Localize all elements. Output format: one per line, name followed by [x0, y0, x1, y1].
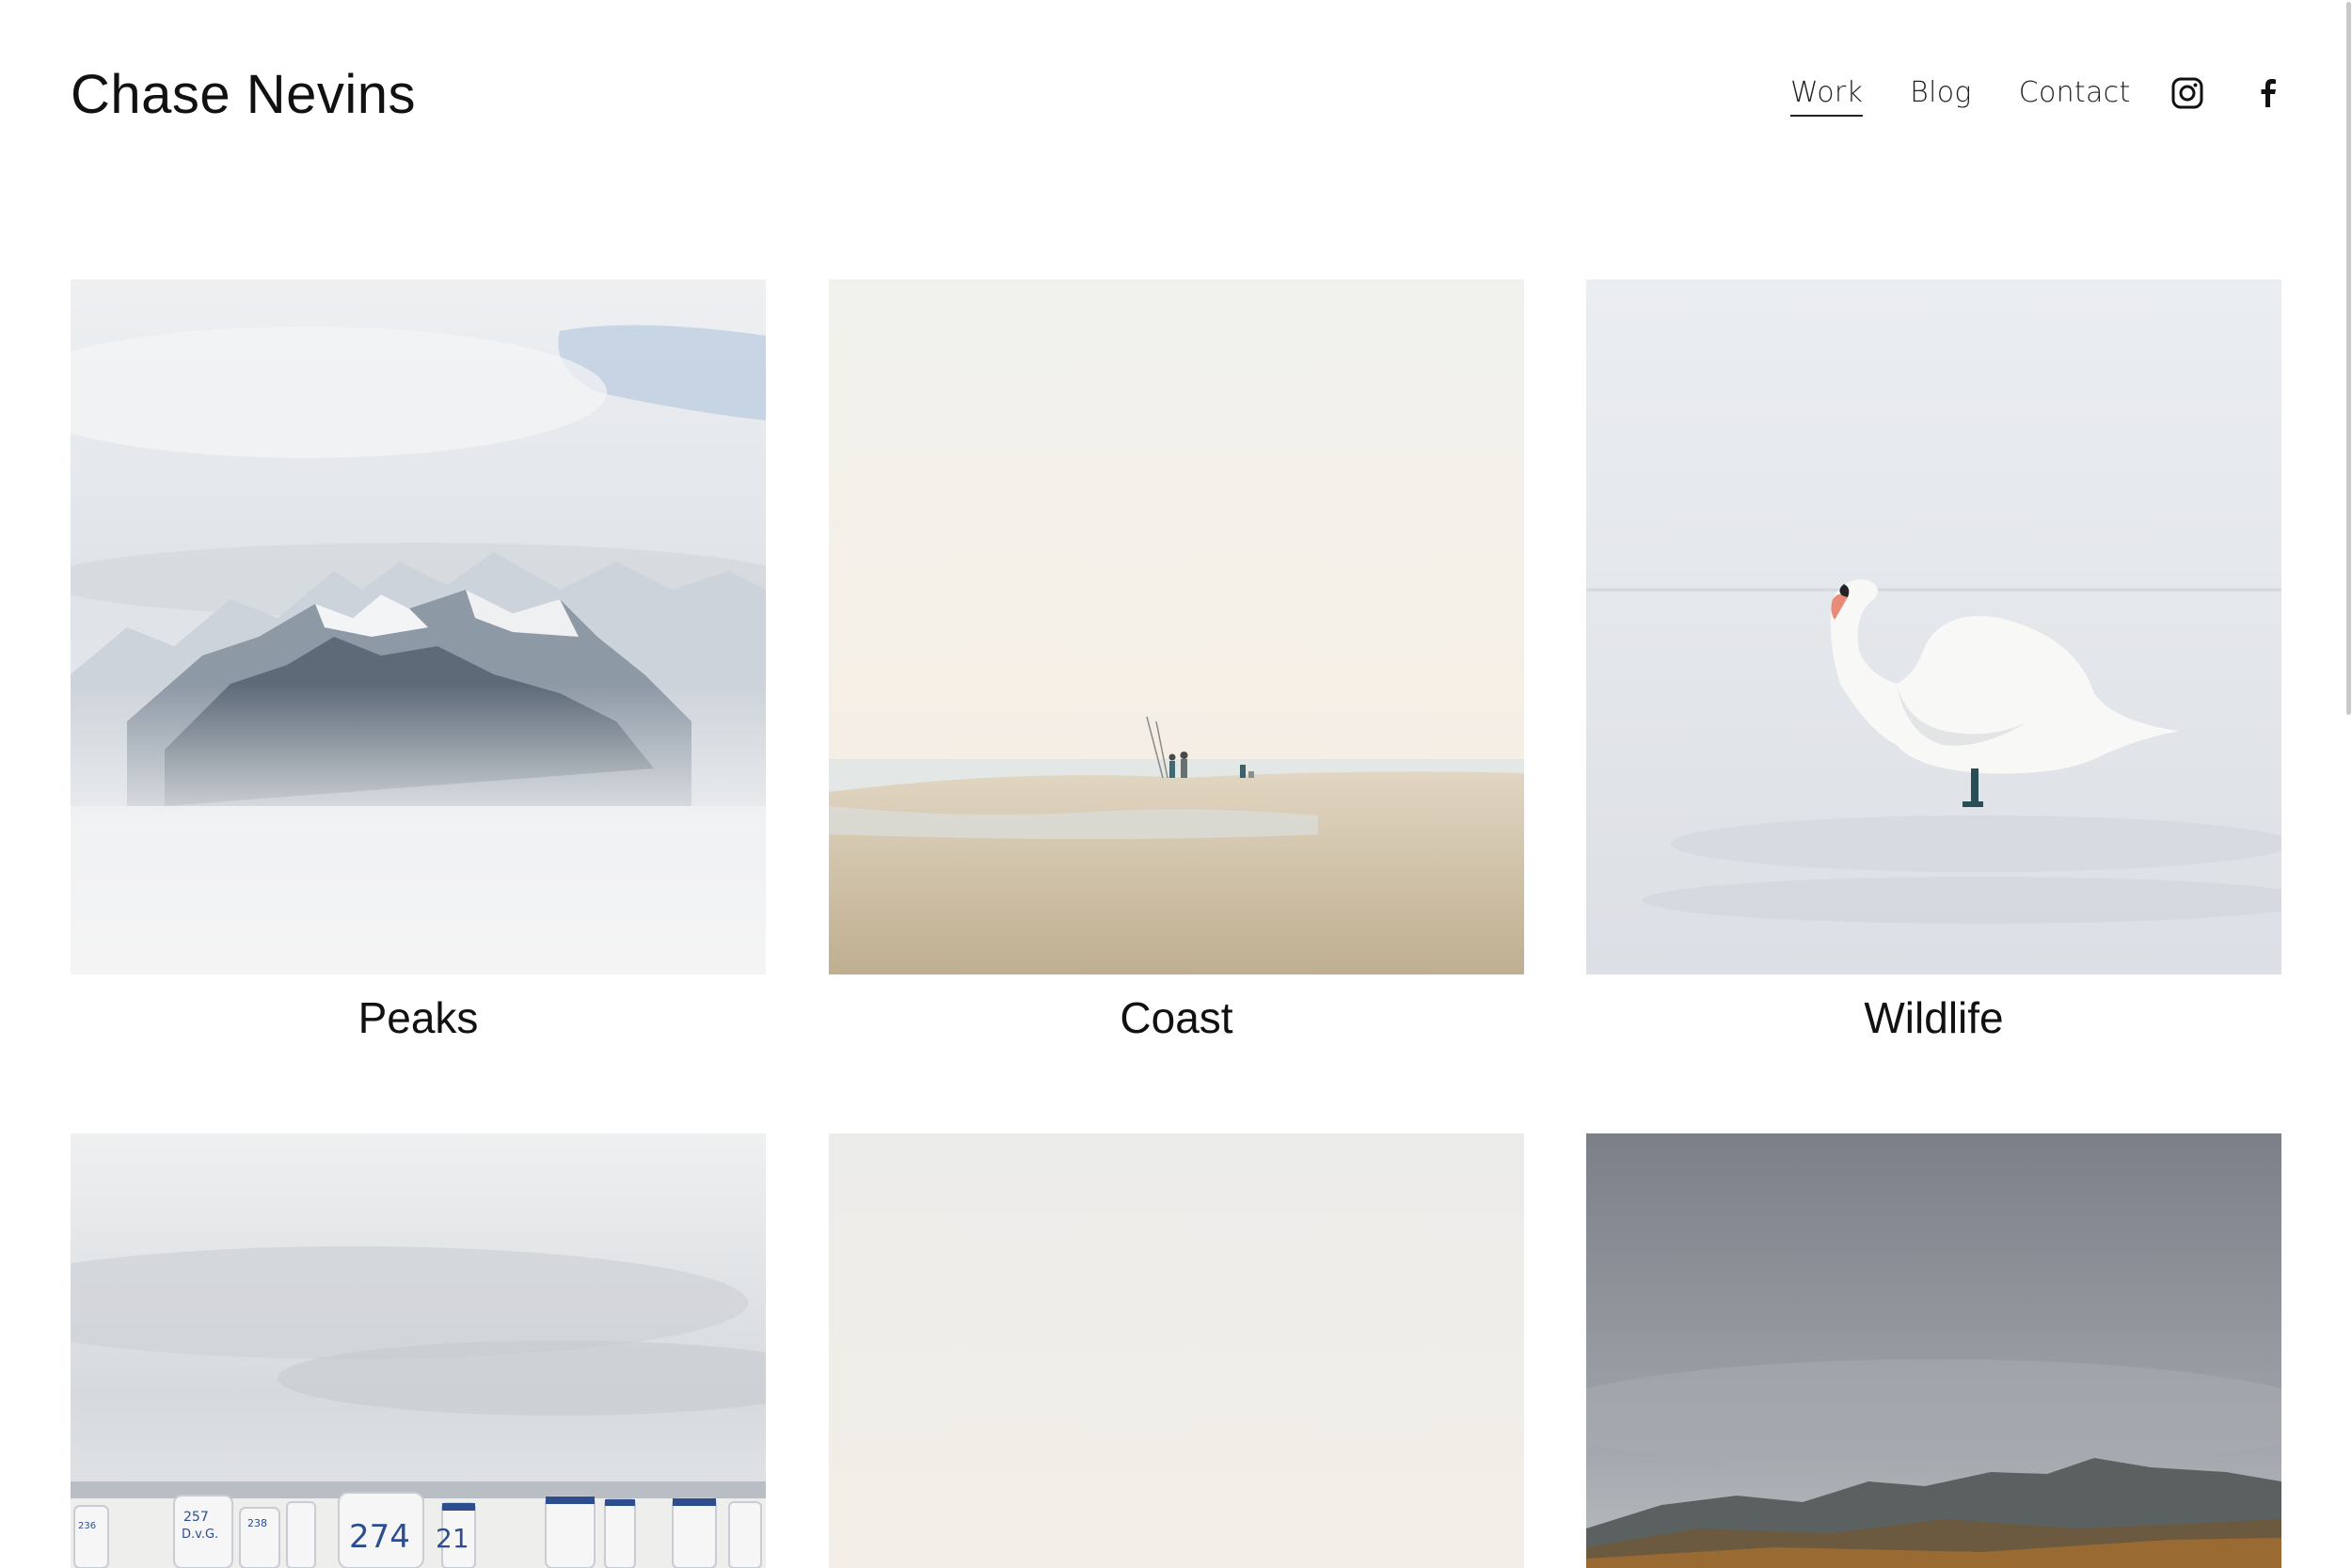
social-links — [2169, 75, 2286, 111]
coast-image — [829, 279, 1524, 974]
haze-image — [829, 1133, 1524, 1568]
beach-chairs-image: 257 D.v.G. 274 236 238 21 — [71, 1133, 766, 1568]
gallery-item-caption: Peaks — [358, 993, 479, 1042]
gallery-item-haze[interactable] — [829, 1133, 1524, 1568]
beach-chair-number: 238 — [247, 1517, 267, 1529]
peaks-image — [71, 279, 766, 974]
site-header: Chase Nevins Work Blog Contact — [0, 0, 2352, 188]
instagram-icon[interactable] — [2169, 75, 2205, 111]
beach-chair-number: 236 — [78, 1521, 96, 1531]
beach-chair-number: D.v.G. — [182, 1528, 218, 1542]
facebook-icon[interactable] — [2250, 75, 2286, 111]
nav-work-link[interactable]: Work — [1790, 73, 1864, 117]
gallery-item-coast[interactable]: Coast — [829, 279, 1524, 1051]
gallery-item-storm[interactable] — [1586, 1133, 2281, 1568]
gallery-item-caption: Coast — [1120, 993, 1233, 1042]
scrollbar-thumb[interactable] — [2346, 2, 2351, 715]
beach-chair-number: 21 — [436, 1523, 469, 1554]
nav-blog-link[interactable]: Blog — [1910, 73, 1972, 117]
site-title[interactable]: Chase Nevins — [71, 58, 416, 132]
gallery-item-beach-chairs[interactable]: 257 D.v.G. 274 236 238 21 — [71, 1133, 766, 1568]
gallery-item-wildlife[interactable]: Wildlife — [1586, 279, 2281, 1051]
page-scrollbar[interactable] — [2344, 0, 2352, 1568]
main-nav: Work Blog Contact — [1790, 73, 2131, 117]
nav-contact-link[interactable]: Contact — [2019, 73, 2131, 117]
gallery-item-caption: Wildlife — [1864, 993, 2004, 1042]
beach-chair-number: 257 — [183, 1510, 209, 1525]
gallery-item-peaks[interactable]: Peaks — [71, 279, 766, 1051]
wildlife-image — [1586, 279, 2281, 974]
storm-image — [1586, 1133, 2281, 1568]
beach-chair-number: 274 — [349, 1518, 410, 1556]
